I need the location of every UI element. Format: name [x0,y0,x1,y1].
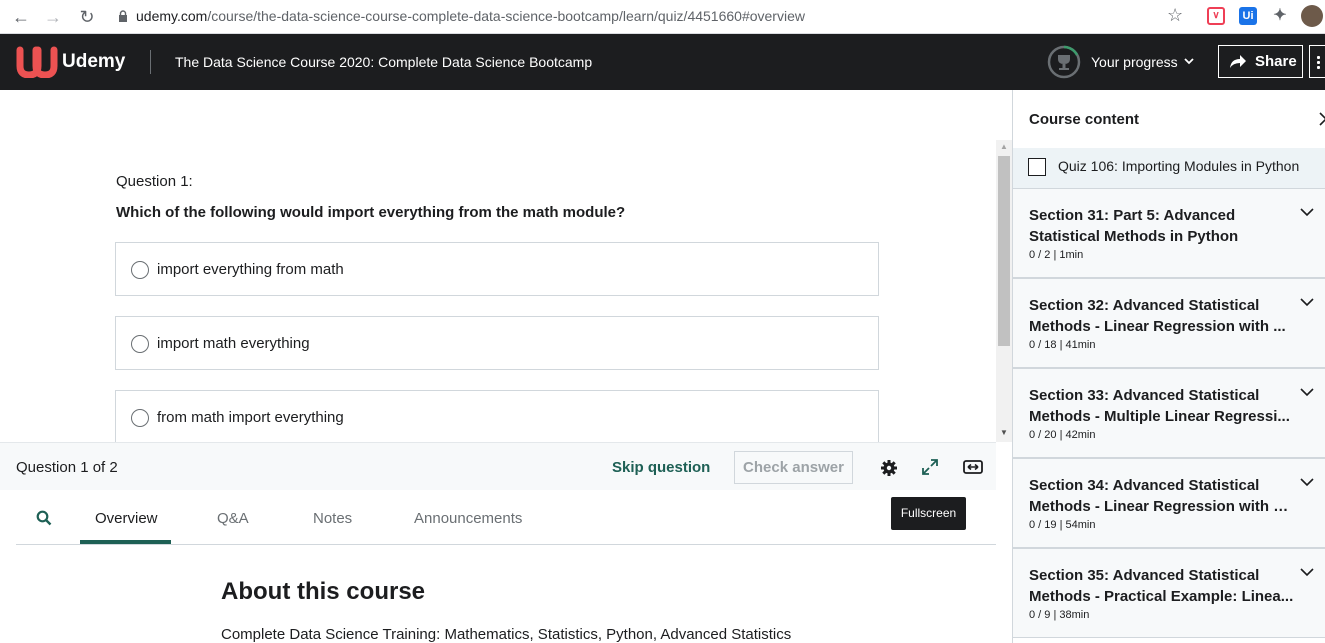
url-host: udemy.com [136,8,208,24]
quiz-footer: Question 1 of 2 Skip question Check answ… [0,442,996,490]
more-vertical-icon [1317,55,1320,69]
section-title-line: Section 32: Advanced Statistical [1029,297,1260,314]
section-title: Section 35: Advanced Statistical Methods… [1029,565,1294,607]
section-title-line: Methods - Practical Example: Linea... [1029,588,1294,605]
bookmark-star-icon[interactable]: ☆ [1167,5,1183,26]
overview-title: About this course [221,578,426,605]
answer-option-1[interactable]: import everything from math [115,242,879,296]
sidebar-section[interactable]: Section 35: Advanced Statistical Methods… [1013,548,1325,638]
reload-icon[interactable]: ↻ [76,6,98,28]
sidebar-section[interactable]: Section 31: Part 5: Advanced Statistical… [1013,188,1325,278]
question-number: Question 1: [116,173,193,190]
sidebar-section[interactable]: Section 32: Advanced Statistical Methods… [1013,278,1325,368]
your-progress-button[interactable]: Your progress [1091,54,1178,70]
back-arrow-icon[interactable]: ← [10,6,32,28]
sidebar-item-current-quiz[interactable]: Quiz 106: Importing Modules in Python [1013,148,1325,188]
expanded-view-icon[interactable] [963,460,983,474]
sidebar-section[interactable]: Section 34: Advanced Statistical Methods… [1013,458,1325,548]
section-title: Section 34: Advanced Statistical Methods… [1029,475,1294,517]
ui-extension-icon[interactable]: Ui [1239,7,1257,25]
url-path: /course/the-data-science-course-complete… [207,8,805,24]
section-title: Section 32: Advanced Statistical Methods… [1029,295,1294,337]
section-title-line: Section 31: Part 5: Advanced [1029,207,1236,224]
question-text: Which of the following would import ever… [116,204,626,221]
address-bar[interactable]: udemy.com/course/the-data-science-course… [136,8,805,24]
close-sidebar-icon[interactable] [1318,112,1325,126]
section-meta: 0 / 20 | 42min [1029,429,1096,441]
overview-subtitle: Complete Data Science Training: Mathemat… [221,626,792,643]
course-title[interactable]: The Data Science Course 2020: Complete D… [175,54,592,70]
sidebar-header: Course content [1013,90,1325,148]
section-title-line: Section 34: Advanced Statistical [1029,477,1260,494]
pocket-extension-icon[interactable]: ∨ [1207,7,1225,25]
course-tabs: Overview Q&A Notes Announcements [16,490,996,545]
skip-question-button[interactable]: Skip question [612,459,710,476]
share-button[interactable]: Share [1218,45,1303,78]
answer-option-label: import everything from math [157,261,344,278]
chevron-down-icon[interactable] [1183,55,1195,67]
section-title-line: Methods - Linear Regression with ... [1029,318,1286,335]
header-divider [150,50,151,74]
quiz-scrollbar[interactable]: ▲ ▼ [996,140,1012,442]
section-meta: 0 / 18 | 41min [1029,339,1096,351]
quiz-panel: Question 1: Which of the following would… [0,90,996,442]
chevron-down-icon[interactable] [1300,207,1314,217]
tab-announcements[interactable]: Announcements [414,510,522,527]
fullscreen-tooltip: Fullscreen [891,497,966,530]
answer-option-label: import math everything [157,335,310,352]
question-counter: Question 1 of 2 [16,459,118,476]
answer-option-2[interactable]: import math everything [115,316,879,370]
check-answer-button[interactable]: Check answer [734,451,853,484]
radio-button[interactable] [131,409,149,427]
course-content-sidebar: Course content Quiz 106: Importing Modul… [1012,90,1325,643]
section-title: Section 31: Part 5: Advanced Statistical… [1029,205,1294,247]
extensions-puzzle-icon[interactable]: ✦ [1271,7,1289,25]
tab-qa[interactable]: Q&A [217,510,249,527]
section-title: Section 33: Advanced Statistical Methods… [1029,385,1294,427]
profile-avatar[interactable] [1301,5,1323,27]
chevron-down-icon[interactable] [1300,297,1314,307]
tab-overview[interactable]: Overview [95,510,158,527]
browser-toolbar: ← → ↻ udemy.com/course/the-data-science-… [0,0,1325,34]
more-options-button[interactable] [1309,45,1325,78]
chevron-down-icon[interactable] [1300,477,1314,487]
chevron-down-icon[interactable] [1300,567,1314,577]
logo-text[interactable]: Udemy [62,51,125,73]
tab-notes[interactable]: Notes [313,510,352,527]
section-title-line: Section 35: Advanced Statistical [1029,567,1260,584]
sidebar-section[interactable]: Section 33: Advanced Statistical Methods… [1013,368,1325,458]
sidebar-title: Course content [1029,111,1140,128]
section-meta: 0 / 19 | 54min [1029,519,1096,531]
radio-button[interactable] [131,335,149,353]
section-title-line: Statistical Methods in Python [1029,228,1239,245]
gear-icon[interactable] [880,459,898,477]
progress-trophy-icon[interactable] [1047,45,1081,79]
chevron-down-icon[interactable] [1300,387,1314,397]
section-title-line: Methods - Multiple Linear Regressi... [1029,408,1290,425]
scroll-up-arrow-icon[interactable]: ▲ [996,140,1012,154]
section-meta: 0 / 2 | 1min [1029,249,1084,261]
course-header: Udemy The Data Science Course 2020: Comp… [0,34,1325,90]
scroll-thumb[interactable] [998,156,1010,346]
section-title-line: Methods - Linear Regression with s... [1029,498,1294,515]
share-label: Share [1255,53,1297,70]
udemy-logo-icon[interactable] [16,46,58,78]
search-icon[interactable] [36,510,52,526]
radio-button[interactable] [131,261,149,279]
share-arrow-icon [1230,55,1246,68]
forward-arrow-icon[interactable]: → [42,6,64,28]
scroll-down-arrow-icon[interactable]: ▼ [996,426,1012,440]
active-tab-indicator [80,540,171,544]
answer-option-3[interactable]: from math import everything [115,390,879,442]
fullscreen-expand-icon[interactable] [921,458,939,476]
sidebar-item-label: Quiz 106: Importing Modules in Python [1058,158,1300,174]
answer-option-label: from math import everything [157,409,344,426]
lock-icon [119,10,127,22]
section-title-line: Section 33: Advanced Statistical [1029,387,1260,404]
section-meta: 0 / 9 | 38min [1029,609,1090,621]
completion-checkbox[interactable] [1028,158,1046,176]
